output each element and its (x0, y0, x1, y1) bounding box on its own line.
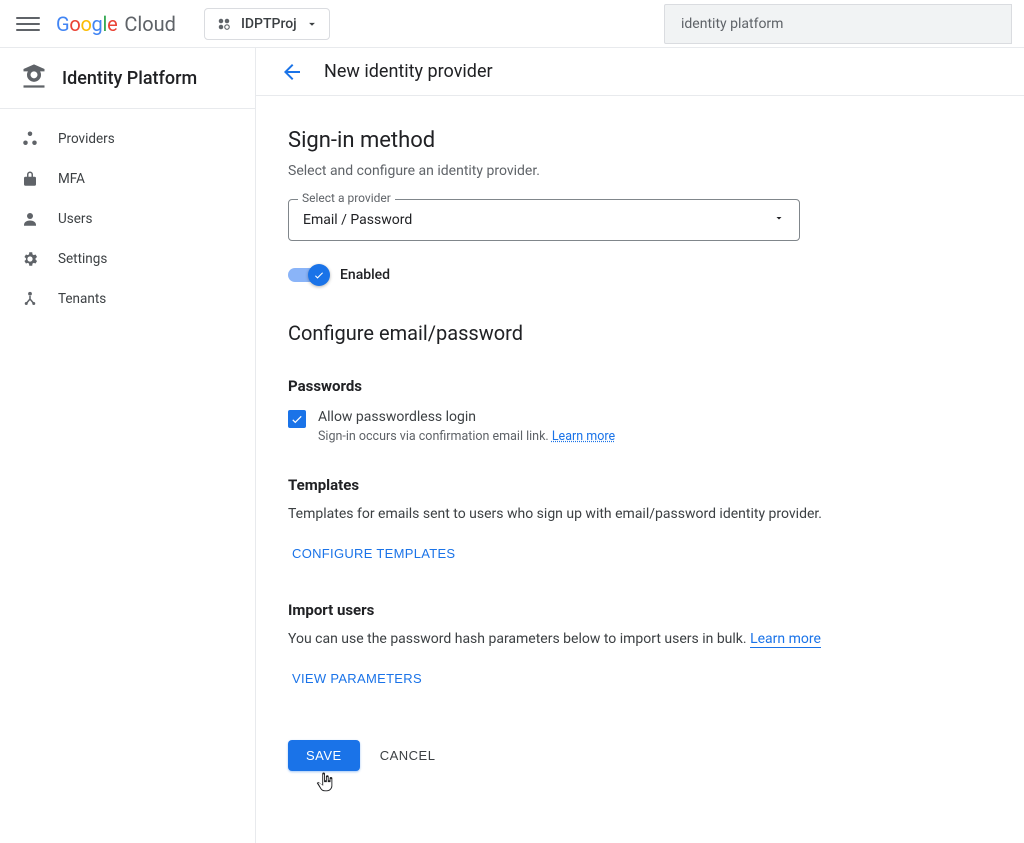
search-value: identity platform (681, 16, 783, 32)
templates-desc: Templates for emails sent to users who s… (288, 506, 992, 522)
passwords-title: Passwords (288, 377, 992, 395)
signin-method-title: Sign-in method (288, 128, 992, 153)
lock-icon (20, 169, 40, 189)
import-users-desc: You can use the password hash parameters… (288, 631, 992, 647)
select-label: Select a provider (298, 191, 395, 205)
gear-icon (20, 249, 40, 269)
learn-more-link[interactable]: Learn more (552, 429, 615, 444)
google-cloud-logo[interactable]: Google Cloud (56, 12, 176, 36)
select-value: Email / Password (303, 212, 412, 228)
project-name: IDPTProj (241, 16, 297, 32)
passwordless-checkbox[interactable] (288, 410, 306, 428)
sidebar-item-settings[interactable]: Settings (0, 239, 255, 279)
cancel-button[interactable]: CANCEL (380, 748, 436, 763)
sidebar-header[interactable]: Identity Platform (0, 48, 255, 109)
nav-menu-icon[interactable] (16, 12, 40, 36)
providers-icon (20, 129, 40, 149)
view-parameters-button[interactable]: VIEW PARAMETERS (288, 663, 426, 694)
sidebar-item-label: Settings (58, 251, 107, 267)
main-content: New identity provider Sign-in method Sel… (256, 48, 1024, 843)
identity-platform-icon (20, 62, 48, 94)
signin-method-sub: Select and configure an identity provide… (288, 163, 992, 179)
enabled-toggle[interactable] (288, 265, 328, 285)
passwordless-help: Sign-in occurs via confirmation email li… (318, 429, 615, 444)
configure-templates-button[interactable]: CONFIGURE TEMPLATES (288, 538, 459, 569)
content-header: New identity provider (256, 48, 1024, 96)
project-picker[interactable]: IDPTProj (204, 8, 330, 40)
sidebar-item-users[interactable]: Users (0, 199, 255, 239)
import-users-title: Import users (288, 601, 992, 619)
sidebar-item-label: Tenants (58, 291, 106, 307)
search-input[interactable]: identity platform (664, 4, 1012, 44)
provider-select[interactable]: Email / Password (288, 199, 800, 241)
sidebar-item-label: MFA (58, 171, 85, 187)
sidebar-item-label: Providers (58, 131, 115, 147)
sidebar: Identity Platform Providers MFA Users Se… (0, 48, 256, 843)
top-bar: Google Cloud IDPTProj identity platform (0, 0, 1024, 48)
config-title: Configure email/password (288, 321, 992, 345)
tenants-icon (20, 289, 40, 309)
chevron-down-icon (773, 212, 785, 228)
chevron-down-icon (305, 17, 319, 31)
templates-title: Templates (288, 476, 992, 494)
user-icon (20, 209, 40, 229)
back-arrow-icon[interactable] (280, 60, 304, 84)
project-icon (215, 15, 233, 33)
sidebar-item-label: Users (58, 211, 92, 227)
sidebar-item-providers[interactable]: Providers (0, 119, 255, 159)
save-button[interactable]: SAVE (288, 740, 360, 771)
page-title: New identity provider (324, 61, 493, 82)
learn-more-link[interactable]: Learn more (750, 631, 821, 648)
passwordless-label: Allow passwordless login (318, 409, 615, 425)
check-icon (308, 264, 330, 286)
check-icon (290, 412, 304, 426)
enabled-label: Enabled (340, 267, 390, 283)
sidebar-item-tenants[interactable]: Tenants (0, 279, 255, 319)
product-title: Identity Platform (62, 68, 197, 89)
sidebar-item-mfa[interactable]: MFA (0, 159, 255, 199)
